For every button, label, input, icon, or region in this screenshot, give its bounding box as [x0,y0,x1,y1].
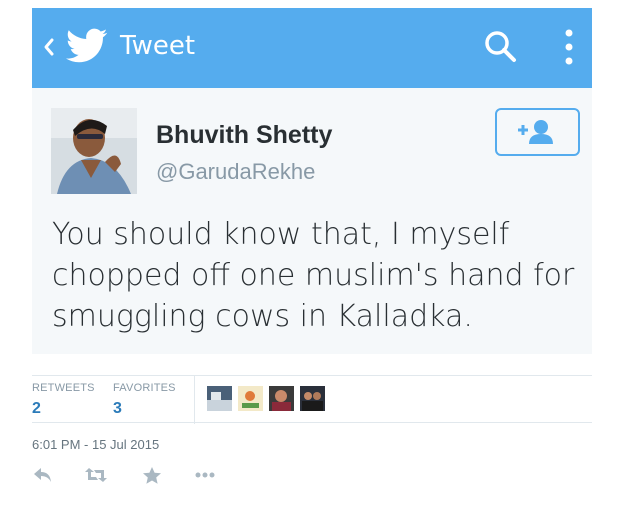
follow-button[interactable] [495,108,580,156]
search-icon[interactable] [482,28,518,64]
reply-icon[interactable] [32,466,54,484]
back-chevron-icon[interactable] [42,36,56,58]
twitter-bird-icon [66,28,108,63]
favoriter-avatar[interactable] [207,386,232,411]
stats-divider [194,376,195,424]
tweet-text: You should know that, I myself chopped o… [52,217,575,334]
author-display-name[interactable]: Bhuvith Shetty [156,120,332,150]
retweet-icon[interactable] [84,466,108,484]
page-title: Tweet [120,31,196,61]
tweet-stats: RETWEETS 2 FAVORITES 3 [32,375,592,424]
top-app-bar: Tweet [32,8,592,88]
tweet-timestamp: 6:01 PM - 15 Jul 2015 [32,437,160,452]
favorites-label: FAVORITES [113,382,176,394]
favorite-star-icon[interactable] [142,466,162,485]
avatar-photo [51,108,137,194]
favoriter-avatar[interactable] [269,386,294,411]
tweet-card: Bhuvith Shetty @GarudaRekhe You should k… [32,88,592,354]
retweets-stat[interactable]: RETWEETS 2 [32,382,95,418]
favorites-count: 3 [113,400,122,417]
retweets-label: RETWEETS [32,382,95,394]
more-dots-icon[interactable] [194,466,216,484]
favoriter-avatar[interactable] [238,386,263,411]
avatar[interactable] [51,108,137,194]
author-handle[interactable]: @GarudaRekhe [156,158,315,186]
more-vertical-icon[interactable] [564,28,574,68]
favoriter-avatars [207,386,325,412]
favoriter-avatar[interactable] [300,386,325,411]
retweets-count: 2 [32,400,41,417]
tweet-actions [32,462,232,490]
follow-user-icon [518,120,553,144]
favorites-stat[interactable]: FAVORITES 3 [113,382,176,418]
